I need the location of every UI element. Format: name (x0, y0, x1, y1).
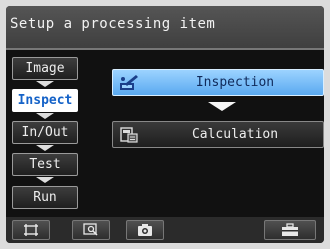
sidebar-item-in-out[interactable]: In/Out (12, 121, 78, 144)
zoom-button[interactable] (72, 220, 110, 240)
down-arrow-icon (36, 177, 54, 183)
calculation-button[interactable]: Calculation (112, 121, 324, 148)
inspection-button[interactable]: Inspection (112, 69, 324, 96)
bottom-toolbar (6, 217, 324, 243)
sidebar-item-run[interactable]: Run (12, 186, 78, 209)
toolbox-button[interactable] (264, 220, 316, 240)
camera-button[interactable] (126, 220, 164, 240)
calculation-icon (119, 126, 139, 143)
down-arrow-icon (36, 145, 54, 151)
page-title: Setup a processing item (10, 16, 216, 32)
frame-icon (24, 224, 38, 236)
inspection-icon (119, 74, 139, 91)
zoom-icon (83, 223, 98, 236)
sidebar-item-image[interactable]: Image (12, 57, 78, 80)
sidebar-item-test[interactable]: Test (12, 153, 78, 176)
down-arrow-icon (36, 113, 54, 119)
frame-button[interactable] (12, 220, 50, 240)
sidebar-item-inspect[interactable]: Inspect (12, 89, 78, 112)
title-bar: Setup a processing item (6, 6, 324, 50)
camera-icon (138, 224, 152, 236)
toolbox-icon (282, 223, 298, 236)
calculation-label: Calculation (191, 127, 279, 142)
inspection-label: Inspection (195, 75, 275, 90)
down-arrow-icon (36, 81, 54, 87)
flow-arrow-icon (208, 102, 236, 111)
app-screen: Setup a processing item Image Inspect In… (6, 6, 324, 243)
